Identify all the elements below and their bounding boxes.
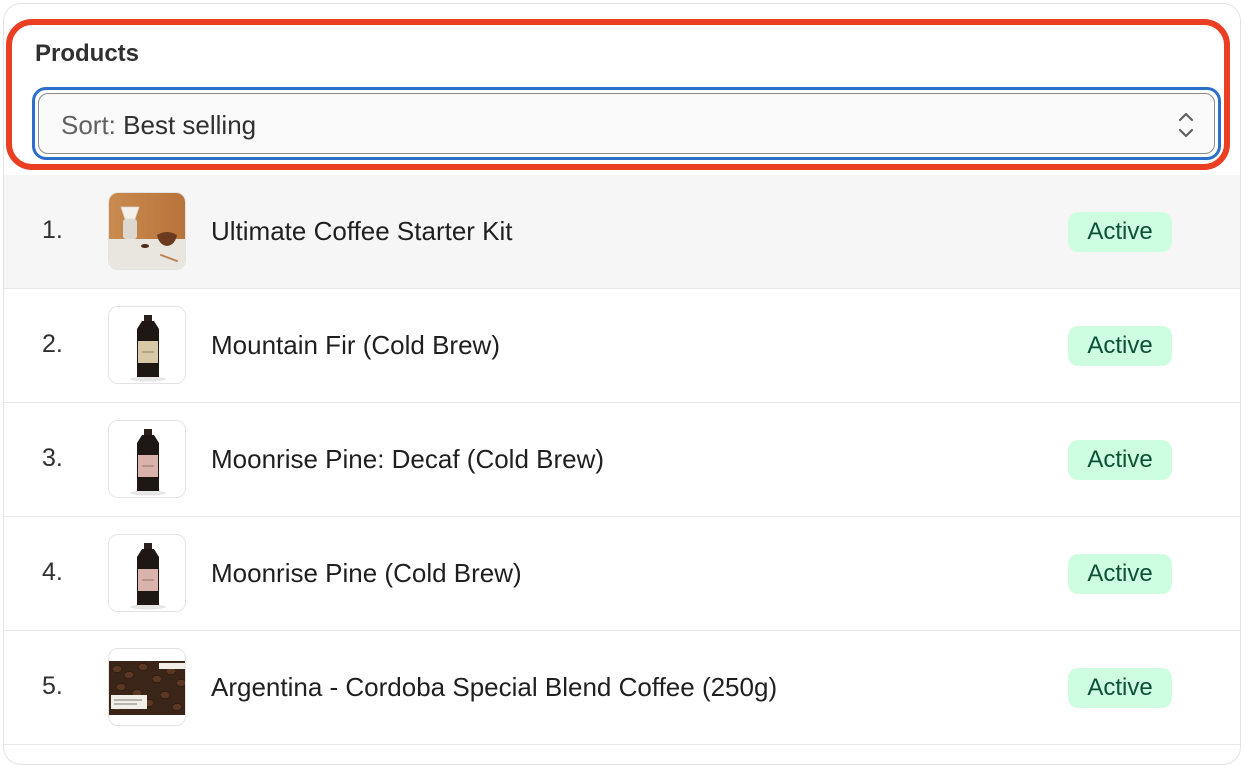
product-row[interactable]: 4. Moonrise Pine (Cold Brew) Active [4,517,1240,631]
product-row[interactable]: 2. Mountain Fir (Cold Brew) Active [4,289,1240,403]
status-badge: Active [1068,554,1172,594]
product-rank: 5. [42,672,63,700]
product-rank: 1. [42,216,63,244]
product-list: 1. Ultimate Coffee Starter Kit Active 2.… [4,175,1240,745]
sort-value: Best selling [123,110,257,140]
status-badge: Active [1068,212,1172,252]
sort-select-field[interactable]: Sort: Best selling [38,93,1215,154]
sort-select-text: Sort: Best selling [61,110,256,141]
product-row[interactable]: 5. Argentina - Cordoba Special Blend Cof… [4,631,1240,745]
status-badge: Active [1068,326,1172,366]
product-rank: 3. [42,444,63,472]
products-header: Products Sort: Best selling [4,4,1240,178]
products-card: Products Sort: Best selling 1. Ultimate … [3,3,1241,765]
sort-prefix: Sort: [61,110,116,140]
product-name[interactable]: Ultimate Coffee Starter Kit [211,216,513,247]
product-name[interactable]: Moonrise Pine: Decaf (Cold Brew) [211,444,604,475]
status-badge: Active [1068,668,1172,708]
product-row[interactable]: 1. Ultimate Coffee Starter Kit Active [4,175,1240,289]
cold-brew-bottle-image [108,306,186,384]
cold-brew-bottle-image [108,534,186,612]
coffee-kit-image [108,192,186,270]
cold-brew-bottle-image [108,420,186,498]
sort-select[interactable]: Sort: Best selling [32,87,1221,160]
products-title: Products [35,40,140,67]
coffee-beans-image [108,648,186,726]
product-rank: 2. [42,330,63,358]
product-name[interactable]: Mountain Fir (Cold Brew) [211,330,500,361]
product-name[interactable]: Moonrise Pine (Cold Brew) [211,558,522,589]
product-rank: 4. [42,558,63,586]
select-chevron-icon [1178,112,1194,138]
product-row[interactable]: 3. Moonrise Pine: Decaf (Cold Brew) Acti… [4,403,1240,517]
status-badge: Active [1068,440,1172,480]
product-name[interactable]: Argentina - Cordoba Special Blend Coffee… [211,672,777,703]
